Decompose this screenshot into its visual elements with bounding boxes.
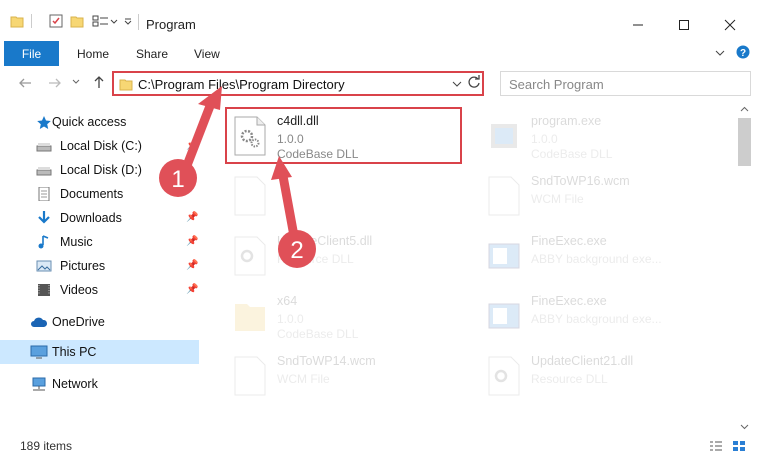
item-count: 189 items [20, 439, 73, 453]
annotation-arrows: 1 2 [159, 86, 316, 268]
arrow-1-head [198, 86, 222, 110]
arrow-2 [278, 171, 299, 241]
scroll-down-icon[interactable] [740, 424, 749, 430]
status-bar: 189 items [0, 434, 769, 470]
large-icons-view-icon[interactable] [732, 440, 746, 452]
scroll-thumb[interactable] [738, 118, 751, 166]
scroll-up-icon[interactable] [740, 106, 749, 112]
arrow-1 [181, 101, 215, 173]
step-2-label: 2 [290, 237, 303, 264]
step-1-label: 1 [171, 166, 184, 193]
arrow-2-head [271, 156, 292, 180]
details-view-icon[interactable] [709, 440, 723, 452]
vertical-scrollbar[interactable] [736, 104, 753, 434]
